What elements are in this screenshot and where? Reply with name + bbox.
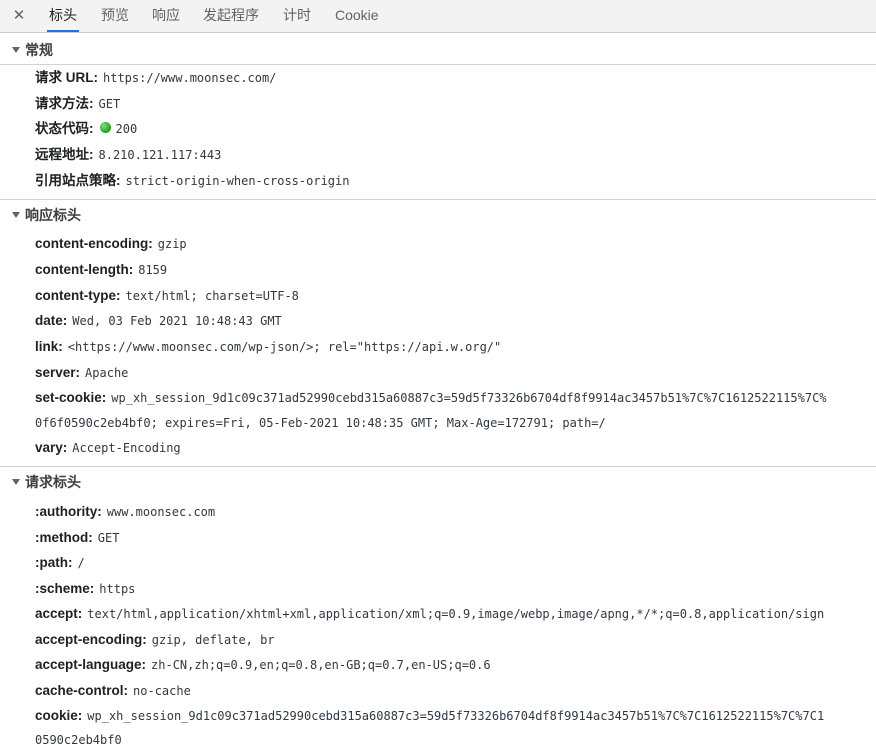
section-general-title: 常规 <box>25 42 53 58</box>
header-key: accept-language: <box>35 657 147 672</box>
header-key: set-cookie: <box>35 390 107 405</box>
tab-timing[interactable]: 计时 <box>283 0 311 32</box>
response-header-row: content-type: text/html; charset=UTF-8 <box>35 285 876 307</box>
collapse-arrow-icon <box>12 47 20 54</box>
header-value: 0590c2eb4bf0 <box>35 733 122 745</box>
general-row-request-url: 请求 URL: https://www.moonsec.com/ <box>35 67 876 89</box>
remote-address-value: 8.210.121.117:443 <box>98 148 222 162</box>
header-key: vary: <box>35 440 68 455</box>
request-header-row: :authority: www.moonsec.com <box>35 501 876 523</box>
tab-headers-label: 标头 <box>49 7 77 23</box>
header-key: content-type: <box>35 288 121 303</box>
status-code-key: 状态代码: <box>35 121 94 136</box>
request-url-key: 请求 URL: <box>35 70 98 85</box>
referrer-policy-key: 引用站点策略: <box>35 173 121 188</box>
tab-response[interactable]: 响应 <box>152 0 180 32</box>
response-header-row: link: <https://www.moonsec.com/wp-json/>;… <box>35 336 876 358</box>
header-value: 8159 <box>138 263 168 277</box>
response-header-row: date: Wed, 03 Feb 2021 10:48:43 GMT <box>35 310 876 332</box>
request-method-key: 请求方法: <box>35 96 94 111</box>
header-key: :authority: <box>35 504 102 519</box>
header-key: :path: <box>35 555 73 570</box>
header-value: Wed, 03 Feb 2021 10:48:43 GMT <box>72 314 282 328</box>
response-header-row: server: Apache <box>35 362 876 384</box>
response-header-row: vary: Accept-Encoding <box>35 437 876 459</box>
request-header-row: accept-encoding: gzip, deflate, br <box>35 629 876 651</box>
header-key: server: <box>35 365 81 380</box>
header-key: date: <box>35 313 68 328</box>
general-row-method: 请求方法: GET <box>35 93 876 115</box>
section-divider <box>0 466 876 467</box>
header-value: Accept-Encoding <box>72 441 181 455</box>
remote-address-key: 远程地址: <box>35 147 94 162</box>
request-header-row: :path: / <box>35 552 876 574</box>
tab-cookie[interactable]: Cookie <box>335 0 379 32</box>
header-value: wp_xh_session_9d1c09c371ad52990cebd315a6… <box>111 391 827 405</box>
response-header-row-continuation: 0f6f0590c2eb4bf0; expires=Fri, 05-Feb-20… <box>35 412 876 434</box>
status-code-value: 200 <box>115 122 138 136</box>
header-value: / <box>77 556 85 570</box>
request-method-value: GET <box>98 97 121 111</box>
header-key: cookie: <box>35 708 83 723</box>
request-header-row: cookie: wp_xh_session_9d1c09c371ad52990ce… <box>35 705 876 727</box>
general-row-remote-address: 远程地址: 8.210.121.117:443 <box>35 144 876 166</box>
header-value: www.moonsec.com <box>106 505 216 519</box>
request-header-row: accept-language: zh-CN,zh;q=0.9,en;q=0.8,… <box>35 654 876 676</box>
header-key: accept: <box>35 606 83 621</box>
general-row-referrer-policy: 引用站点策略: strict-origin-when-cross-origin <box>35 170 876 192</box>
header-key: content-length: <box>35 262 134 277</box>
header-value: gzip, deflate, br <box>151 633 275 647</box>
general-row-status: 状态代码: 200 <box>35 118 876 140</box>
referrer-policy-value: strict-origin-when-cross-origin <box>125 174 350 188</box>
request-header-row: :method: GET <box>35 527 876 549</box>
header-key: cache-control: <box>35 683 129 698</box>
request-header-row: accept: text/html,application/xhtml+xml,a… <box>35 603 876 625</box>
header-value: GET <box>97 531 120 545</box>
header-key: :method: <box>35 530 93 545</box>
active-tab-indicator <box>47 30 79 32</box>
header-key: :scheme: <box>35 581 95 596</box>
collapse-arrow-icon <box>12 479 20 486</box>
section-request-headers-header[interactable]: 请求标头 <box>0 468 876 496</box>
response-header-row: content-encoding: gzip <box>35 233 876 255</box>
header-value: Apache <box>85 366 129 380</box>
section-request-headers-title: 请求标头 <box>25 474 81 490</box>
section-divider <box>0 64 876 65</box>
header-key: link: <box>35 339 63 354</box>
response-header-row: set-cookie: wp_xh_session_9d1c09c371ad529… <box>35 387 876 409</box>
header-value: text/html,application/xhtml+xml,applicat… <box>87 607 825 621</box>
section-response-headers-header[interactable]: 响应标头 <box>0 201 876 229</box>
header-value: gzip <box>157 237 187 251</box>
header-value: no-cache <box>133 684 191 698</box>
header-key: accept-encoding: <box>35 632 147 647</box>
header-value: 0f6f0590c2eb4bf0; expires=Fri, 05-Feb-20… <box>35 416 606 430</box>
devtools-tab-bar: ✕ 标头 预览 响应 发起程序 计时 Cookie <box>0 0 876 33</box>
tab-preview[interactable]: 预览 <box>101 0 129 32</box>
header-value: <https://www.moonsec.com/wp-json/>; rel=… <box>67 340 502 354</box>
section-divider <box>0 199 876 200</box>
response-header-row: content-length: 8159 <box>35 259 876 281</box>
header-key: content-encoding: <box>35 236 153 251</box>
header-value: https <box>99 582 136 596</box>
request-header-row-continuation: 0590c2eb4bf0 <box>35 729 876 745</box>
request-header-row: cache-control: no-cache <box>35 680 876 702</box>
close-icon[interactable]: ✕ <box>8 5 30 27</box>
section-response-headers-title: 响应标头 <box>25 207 81 223</box>
tab-headers[interactable]: 标头 <box>47 0 79 32</box>
header-value: wp_xh_session_9d1c09c371ad52990cebd315a6… <box>87 709 825 723</box>
tab-initiator[interactable]: 发起程序 <box>203 0 259 32</box>
header-value: text/html; charset=UTF-8 <box>125 289 299 303</box>
collapse-arrow-icon <box>12 212 20 219</box>
request-header-row: :scheme: https <box>35 578 876 600</box>
status-ok-icon <box>99 122 111 134</box>
request-url-value: https://www.moonsec.com/ <box>103 71 277 85</box>
header-value: zh-CN,zh;q=0.9,en;q=0.8,en-GB;q=0.7,en-U… <box>151 658 491 672</box>
section-general-header[interactable]: 常规 <box>0 36 876 64</box>
